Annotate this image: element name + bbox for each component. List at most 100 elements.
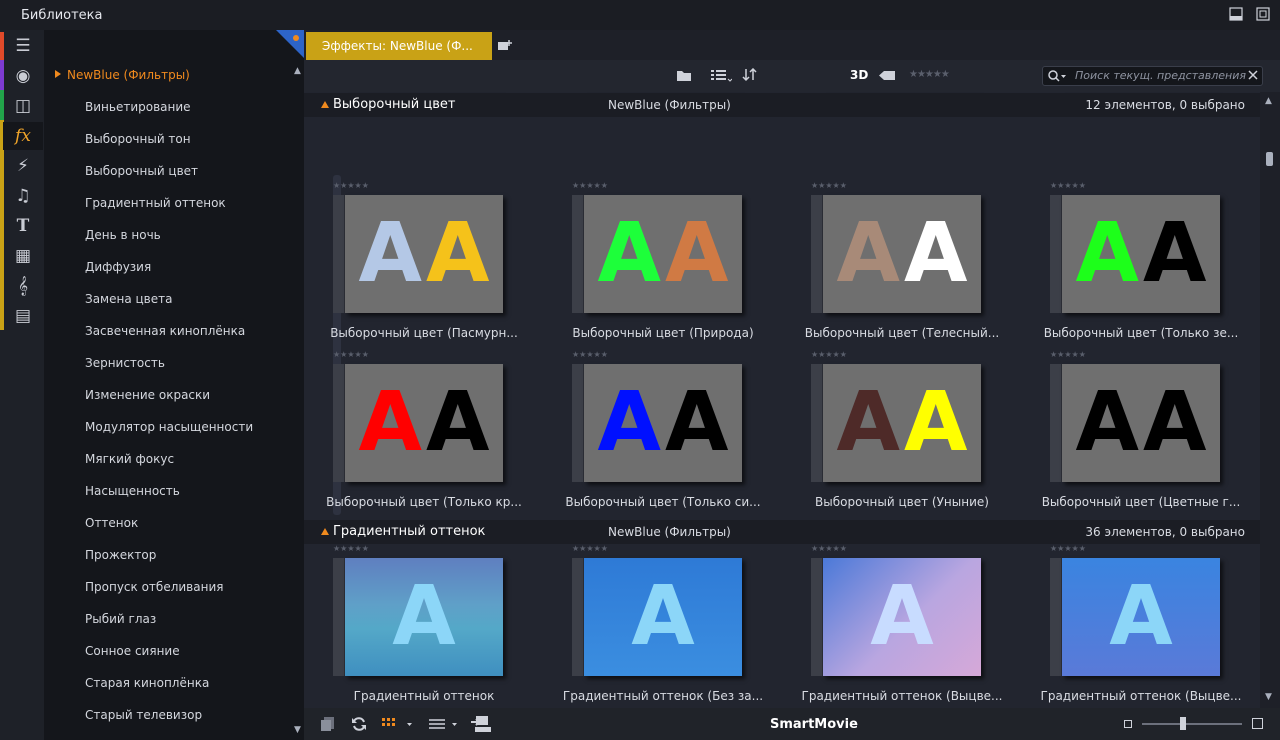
effect-card[interactable]: ★★★★★ A A Выборочный цвет (Уныние) xyxy=(782,350,1022,520)
movie-reel-icon[interactable]: ◉ xyxy=(3,62,43,90)
rating-stars[interactable]: ★★★★★ xyxy=(1050,350,1086,359)
tree-item[interactable]: Изменение окраски xyxy=(85,388,210,402)
scroll-thumb[interactable] xyxy=(1266,152,1273,166)
effect-thumbnail[interactable]: AA xyxy=(823,364,981,482)
tree-item[interactable]: Пропуск отбеливания xyxy=(85,580,223,594)
tree-item[interactable]: Модулятор насыщенности xyxy=(85,420,253,434)
grid-view-icon[interactable] xyxy=(382,718,416,730)
effect-card[interactable]: ★★★★★ A A Выборочный цвет (Телесный... xyxy=(782,181,1022,351)
effect-thumbnail[interactable]: AA xyxy=(584,195,742,313)
effect-thumbnail[interactable]: AA xyxy=(345,195,503,313)
zoom-slider-thumb[interactable] xyxy=(1180,717,1186,730)
tree-item[interactable]: Сонное сияние xyxy=(85,644,180,658)
rating-stars[interactable]: ★★★★★ xyxy=(1050,181,1086,190)
menu-icon[interactable]: ▦ xyxy=(3,242,43,270)
rating-stars[interactable]: ★★★★★ xyxy=(572,544,608,553)
tree-item[interactable]: Насыщенность xyxy=(85,484,180,498)
media-icon[interactable]: ◫ xyxy=(3,92,43,120)
tree-item[interactable]: Прожектор xyxy=(85,548,156,562)
rating-stars[interactable]: ★★★★★ xyxy=(333,181,369,190)
grid-scrollbar[interactable]: ▲ ▼ xyxy=(1260,92,1280,708)
pin-corner-icon[interactable] xyxy=(274,30,304,60)
tab-effects[interactable]: Эффекты: NewBlue (Ф... xyxy=(306,32,492,60)
list-mode-icon[interactable] xyxy=(428,718,462,730)
search-icon[interactable] xyxy=(1048,70,1068,83)
tree-item[interactable]: Оттенок xyxy=(85,516,138,530)
scroll-down-icon[interactable]: ▼ xyxy=(1265,692,1272,702)
fx-icon[interactable]: fx xyxy=(3,122,43,150)
section-header-selective-color[interactable]: Выборочный цвет NewBlue (Фильтры) 12 эле… xyxy=(304,93,1260,117)
tree-item[interactable]: Выборочный цвет xyxy=(85,164,198,178)
effect-card[interactable]: ★★★★★ A Градиентный оттенок xyxy=(304,544,544,708)
tree-item[interactable]: Засвеченная киноплёнка xyxy=(85,324,245,338)
effect-thumbnail[interactable]: AA xyxy=(345,364,503,482)
rating-stars[interactable]: ★★★★★ xyxy=(811,181,847,190)
rating-stars[interactable]: ★★★★★ xyxy=(572,350,608,359)
tree-item[interactable]: Замена цвета xyxy=(85,292,172,306)
tree-item[interactable]: Рыбий глаз xyxy=(85,612,156,626)
3d-toggle[interactable]: 3D xyxy=(850,68,868,82)
tree-item[interactable]: Диффузия xyxy=(85,260,151,274)
expand-arrow-icon[interactable] xyxy=(55,70,61,78)
collapse-arrow-icon[interactable] xyxy=(321,101,329,108)
tree-item[interactable]: Градиентный оттенок xyxy=(85,196,226,210)
effect-thumbnail[interactable]: AA xyxy=(823,195,981,313)
effect-card[interactable]: ★★★★★ A A Выборочный цвет (Только кр... xyxy=(304,350,544,520)
folder-icon[interactable] xyxy=(676,69,692,82)
tree-root[interactable]: NewBlue (Фильтры) xyxy=(67,68,190,82)
rating-stars[interactable]: ★★★★★ xyxy=(811,544,847,553)
effect-card[interactable]: ★★★★★ A Градиентный оттенок (Выцве... xyxy=(782,544,1022,708)
tree-item[interactable]: День в ночь xyxy=(85,228,161,242)
tag-icon[interactable] xyxy=(878,70,896,81)
minimize-icon[interactable] xyxy=(1229,7,1243,21)
effect-card[interactable]: ★★★★★ A A Выборочный цвет (Только си... xyxy=(543,350,783,520)
rating-stars[interactable]: ★★★★★ xyxy=(1050,544,1086,553)
scroll-up-icon[interactable]: ▲ xyxy=(294,66,301,76)
effect-thumbnail[interactable]: A xyxy=(345,558,503,676)
zoom-slider-track[interactable] xyxy=(1142,723,1242,725)
effect-card[interactable]: ★★★★★ A Градиентный оттенок (Выцве... xyxy=(1021,544,1260,708)
tree-item[interactable]: Мягкий фокус xyxy=(85,452,174,466)
effect-thumbnail[interactable]: AA xyxy=(584,364,742,482)
effect-thumbnail[interactable]: A xyxy=(823,558,981,676)
tree-item[interactable]: Выборочный тон xyxy=(85,132,191,146)
send-to-timeline-icon[interactable] xyxy=(470,714,494,734)
tree-item[interactable]: Старый телевизор xyxy=(85,708,202,722)
effect-card[interactable]: ★★★★★ A Градиентный оттенок (Без за... xyxy=(543,544,783,708)
zoom-small-icon[interactable] xyxy=(1124,720,1132,728)
restore-icon[interactable] xyxy=(1256,7,1270,21)
music-icon[interactable]: ♫ xyxy=(3,182,43,210)
effect-thumbnail[interactable]: AA xyxy=(1062,195,1220,313)
effect-card[interactable]: ★★★★★ A A Выборочный цвет (Пасмурн... xyxy=(304,181,544,351)
sort-icon[interactable] xyxy=(742,68,766,82)
sound-icon[interactable]: 𝄞 xyxy=(3,272,43,300)
list-view-icon[interactable] xyxy=(710,69,732,82)
tree-item[interactable]: Старая киноплёнка xyxy=(85,676,209,690)
montage-icon[interactable]: ▤ xyxy=(3,302,43,330)
effect-thumbnail[interactable]: A xyxy=(584,558,742,676)
clear-search-icon[interactable] xyxy=(1248,70,1258,80)
zoom-large-icon[interactable] xyxy=(1252,718,1263,729)
refresh-icon[interactable] xyxy=(351,716,367,732)
smartmovie-label[interactable]: SmartMovie xyxy=(770,717,858,732)
search-input[interactable]: Поиск текущ. представления xyxy=(1042,66,1263,86)
rating-stars[interactable]: ★★★★★ xyxy=(333,544,369,553)
copy-icon[interactable] xyxy=(320,716,336,732)
rating-stars[interactable]: ★★★★★ xyxy=(572,181,608,190)
scroll-down-icon[interactable]: ▼ xyxy=(294,725,301,735)
collapse-arrow-icon[interactable] xyxy=(321,528,329,535)
effect-card[interactable]: ★★★★★ A A Выборочный цвет (Цветные г... xyxy=(1021,350,1260,520)
effect-thumbnail[interactable]: A xyxy=(1062,558,1220,676)
transition-icon[interactable]: ⚡ xyxy=(3,152,43,180)
library-icon[interactable]: ☰ xyxy=(3,32,43,60)
rating-stars[interactable]: ★★★★★ xyxy=(333,350,369,359)
rating-stars[interactable]: ★★★★★ xyxy=(811,350,847,359)
rating-filter[interactable]: ★★★★★ xyxy=(909,69,950,80)
effect-card[interactable]: ★★★★★ A A Выборочный цвет (Только зе... xyxy=(1021,181,1260,351)
section-header-gradient-tint[interactable]: Градиентный оттенок NewBlue (Фильтры) 36… xyxy=(304,520,1260,544)
tree-item[interactable]: Зернистость xyxy=(85,356,165,370)
scroll-up-icon[interactable]: ▲ xyxy=(1265,96,1272,106)
effect-thumbnail[interactable]: AA xyxy=(1062,364,1220,482)
effect-card[interactable]: ★★★★★ A A Выборочный цвет (Природа) xyxy=(543,181,783,351)
title-icon[interactable]: T xyxy=(3,212,43,240)
